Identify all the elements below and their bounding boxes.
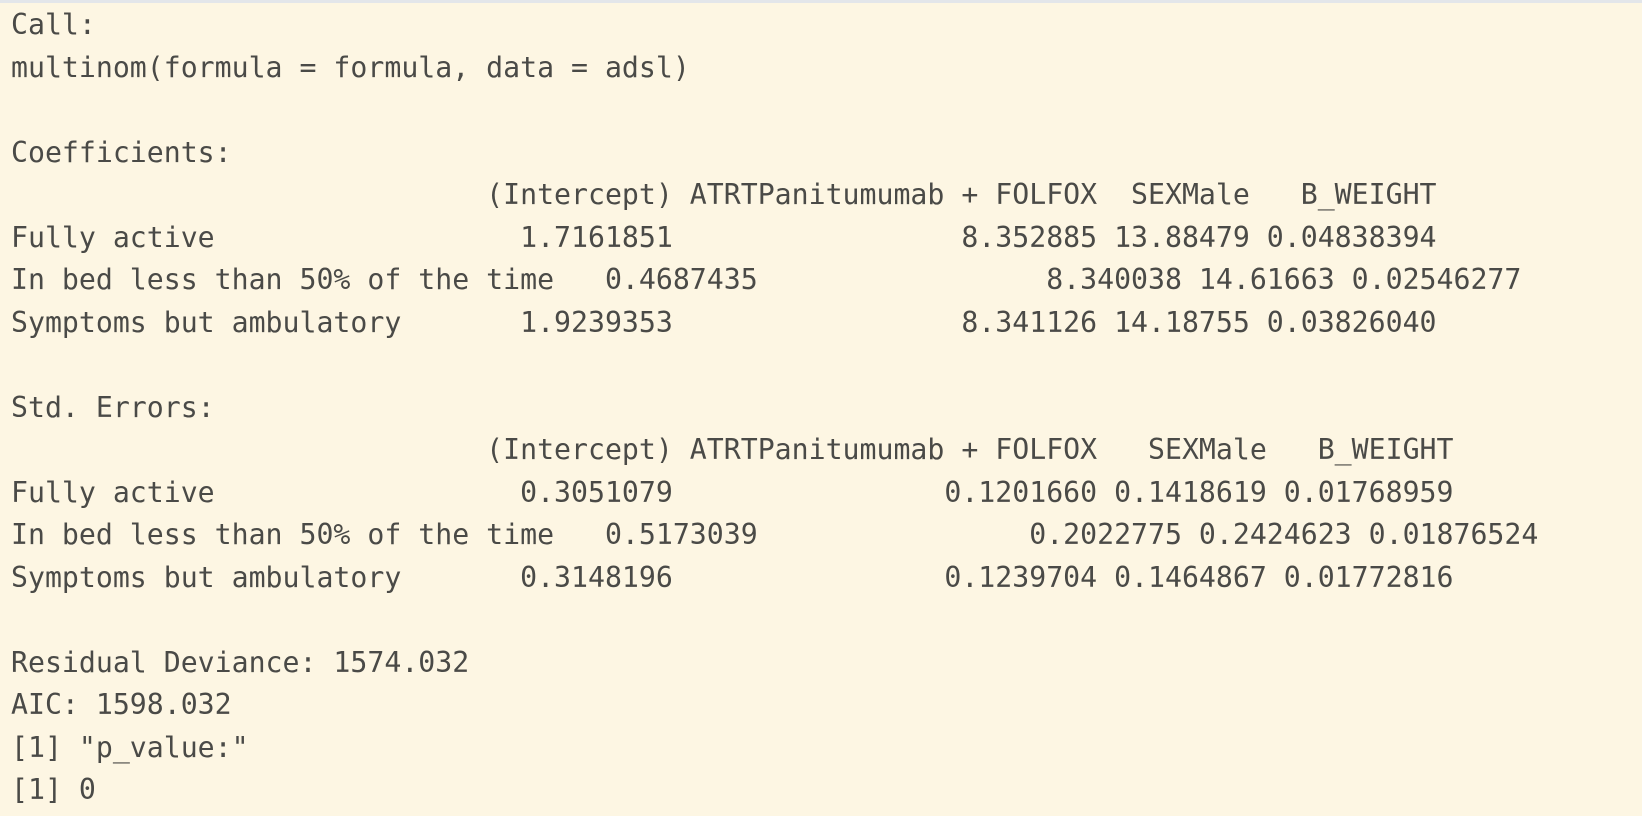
console-line: [1] "p_value:" bbox=[11, 730, 249, 764]
console-line: Call: bbox=[11, 8, 96, 41]
console-line: AIC: 1598.032 bbox=[11, 688, 232, 721]
top-border bbox=[0, 0, 1642, 3]
console-line: Coefficients: bbox=[11, 135, 232, 169]
console-line: Symptoms but ambulatory 1.9239353 8.3411… bbox=[11, 305, 1437, 339]
console-line: Residual Deviance: 1574.032 bbox=[11, 645, 470, 679]
console-line: Fully active 0.3051079 0.1201660 0.14186… bbox=[11, 475, 1454, 509]
console-line: [1] 0 bbox=[11, 773, 96, 806]
console-line: (Intercept) ATRTPanitumumab + FOLFOX SEX… bbox=[11, 178, 1437, 211]
console-line: Std. Errors: bbox=[11, 390, 215, 424]
console-line: multinom(formula = formula, data = adsl) bbox=[11, 50, 690, 84]
console-line: In bed less than 50% of the time 0.51730… bbox=[11, 518, 1539, 551]
console-line: (Intercept) ATRTPanitumumab + FOLFOX SEX… bbox=[11, 433, 1454, 466]
console-line: Fully active 1.7161851 8.352885 13.88479… bbox=[11, 220, 1437, 254]
console-line: In bed less than 50% of the time 0.46874… bbox=[11, 263, 1522, 296]
r-console-output[interactable]: Call: multinom(formula = formula, data = … bbox=[11, 4, 1538, 812]
console-line: Symptoms but ambulatory 0.3148196 0.1239… bbox=[11, 560, 1454, 594]
